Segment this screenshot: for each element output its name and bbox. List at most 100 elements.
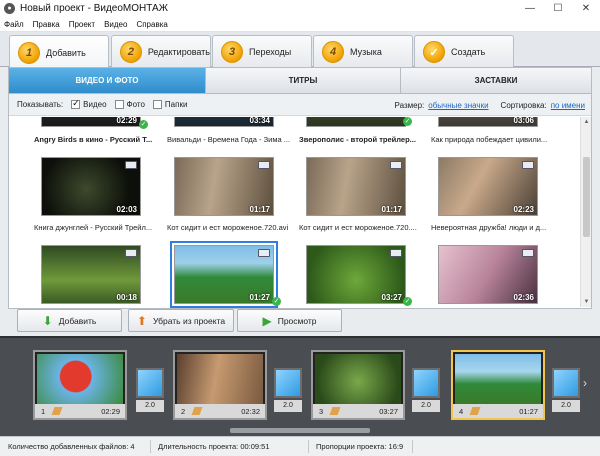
added-check-icon: ✓ <box>403 297 412 306</box>
title-bar: ● Новый проект - ВидеоМОНТАЖ — ☐ ✕ <box>0 0 600 17</box>
storyboard-timeline: 1 02:29 2.0 2 02:32 2.0 3 03:27 2.0 4 01:27 <box>0 336 600 436</box>
project-ratio: Пропорции проекта: 16:9 <box>316 442 404 451</box>
video-thumbnail[interactable]: 02:23 <box>438 157 538 216</box>
show-label: Показывать: <box>17 100 64 109</box>
duration-label: 03:34 <box>249 117 270 125</box>
transition-icon <box>274 368 302 398</box>
scroll-right-icon[interactable]: › <box>583 376 587 390</box>
tab-create[interactable]: ✓ Создать <box>414 35 514 68</box>
photo-checkbox[interactable] <box>114 100 124 109</box>
maximize-icon[interactable]: ☐ <box>544 0 572 17</box>
edit-pencil-icon[interactable] <box>51 407 63 415</box>
video-thumbnail-selected[interactable]: 01:27 <box>170 241 278 308</box>
menu-project[interactable]: Проект <box>69 20 95 29</box>
video-thumbnail[interactable]: 02:36 <box>438 245 538 304</box>
video-thumbnail[interactable]: 02:29 <box>41 117 141 127</box>
timeline-clip[interactable]: 2 02:32 <box>173 350 267 420</box>
video-camera-icon <box>258 249 270 257</box>
video-thumbnail[interactable]: 02:03 <box>41 157 141 216</box>
step-tabs: 1 Добавить 2 Редактировать 3 Переходы 4 … <box>0 32 600 69</box>
timeline-clip-selected[interactable]: 4 01:27 <box>451 350 545 420</box>
project-duration: Длительность проекта: 00:09:51 <box>158 442 270 451</box>
video-camera-icon <box>125 249 137 257</box>
video-thumbnail[interactable]: 03:27 <box>306 245 406 304</box>
size-label: Размер: <box>394 100 425 110</box>
duration-label: 02:23 <box>513 205 534 214</box>
video-caption: Кот сидит и ест мороженое.720.... <box>299 223 417 232</box>
added-check-icon: ✓ <box>272 297 281 306</box>
minimize-icon[interactable]: — <box>516 0 544 17</box>
video-camera-icon <box>258 161 270 169</box>
transition-slot[interactable]: 2.0 <box>412 368 440 412</box>
duration-label: 01:17 <box>381 205 402 214</box>
duration-label: 02:36 <box>513 293 534 302</box>
video-thumbnail[interactable]: 01:17 <box>306 157 406 216</box>
sub-tabs: ВИДЕО И ФОТО ТИТРЫ ЗАСТАВКИ <box>8 67 592 94</box>
transition-duration: 2.0 <box>136 400 164 412</box>
timeline-scrollbar[interactable] <box>230 428 370 433</box>
close-icon[interactable]: ✕ <box>572 0 600 17</box>
clip-duration: 02:29 <box>101 406 120 416</box>
transition-icon <box>412 368 440 398</box>
video-thumbnail[interactable]: 01:17 <box>174 157 274 216</box>
action-bar: ⬇ Добавить ⬆ Убрать из проекта ▶ Просмот… <box>8 309 592 335</box>
menu-video[interactable]: Видео <box>104 20 127 29</box>
menu-help[interactable]: Справка <box>136 20 167 29</box>
size-link[interactable]: обычные значки <box>428 101 488 110</box>
video-thumbnail[interactable]: 03:34 <box>174 117 274 127</box>
add-button[interactable]: ⬇ Добавить <box>17 309 122 332</box>
video-camera-icon <box>522 161 534 169</box>
status-separator <box>150 440 151 453</box>
step-number-badge: 2 <box>120 41 142 63</box>
remove-from-project-button[interactable]: ⬆ Убрать из проекта <box>128 309 234 332</box>
tab-label: Музыка <box>350 47 382 57</box>
edit-pencil-icon[interactable] <box>469 407 481 415</box>
transition-icon <box>136 368 164 398</box>
timeline-clip[interactable]: 3 03:27 <box>311 350 405 420</box>
duration-label: 03:27 <box>381 293 402 302</box>
app-window: ● Новый проект - ВидеоМОНТАЖ — ☐ ✕ Файл … <box>0 0 600 456</box>
scroll-down-icon[interactable]: ▼ <box>581 297 592 307</box>
clip-thumbnail <box>177 354 263 404</box>
added-check-icon: ✓ <box>139 120 148 129</box>
tab-add[interactable]: 1 Добавить <box>9 35 109 69</box>
window-title: Новый проект - ВидеоМОНТАЖ <box>20 3 168 14</box>
tab-music[interactable]: 4 Музыка <box>313 35 413 68</box>
video-caption: Невероятная дружба! люди и д... <box>431 223 547 232</box>
transition-slot[interactable]: 2.0 <box>274 368 302 412</box>
duration-label: 01:27 <box>249 293 270 302</box>
preview-button-label: Просмотр <box>277 315 317 326</box>
video-thumbnail[interactable]: 00:18 <box>41 245 141 304</box>
video-thumbnail[interactable]: 03:06 <box>438 117 538 127</box>
menu-file[interactable]: Файл <box>4 20 24 29</box>
remove-button-label: Убрать из проекта <box>152 315 226 326</box>
clip-duration: 02:32 <box>241 406 260 416</box>
tab-intros[interactable]: ЗАСТАВКИ <box>400 68 591 93</box>
tab-edit[interactable]: 2 Редактировать <box>111 35 211 68</box>
clip-number: 2 <box>181 406 186 416</box>
sort-link[interactable]: по имени <box>551 101 585 110</box>
video-caption: Книга джунглей - Русский Трейл... <box>34 223 153 232</box>
folders-checkbox[interactable] <box>152 100 162 109</box>
tab-video-photo[interactable]: ВИДЕО И ФОТО <box>9 68 205 93</box>
tab-titles[interactable]: ТИТРЫ <box>205 68 400 93</box>
status-separator <box>412 440 413 453</box>
video-camera-icon <box>390 161 402 169</box>
edit-pencil-icon[interactable] <box>329 407 341 415</box>
scrollbar-thumb[interactable] <box>583 157 590 237</box>
video-thumbnail[interactable] <box>306 117 406 127</box>
grid-scrollbar[interactable]: ▲ ▼ <box>580 117 591 307</box>
transition-duration: 2.0 <box>552 400 580 412</box>
added-check-icon: ✓ <box>403 117 412 126</box>
step-number-badge: 3 <box>221 41 243 63</box>
tab-transitions[interactable]: 3 Переходы <box>212 35 312 68</box>
menu-edit[interactable]: Правка <box>33 20 60 29</box>
scroll-up-icon[interactable]: ▲ <box>581 117 592 127</box>
timeline-clip[interactable]: 1 02:29 <box>33 350 127 420</box>
edit-pencil-icon[interactable] <box>191 407 203 415</box>
transition-slot[interactable]: 2.0 <box>552 368 580 412</box>
tab-label: Добавить <box>46 47 86 58</box>
transition-slot[interactable]: 2.0 <box>136 368 164 412</box>
video-checkbox[interactable] <box>71 98 81 109</box>
preview-button[interactable]: ▶ Просмотр <box>237 309 342 332</box>
